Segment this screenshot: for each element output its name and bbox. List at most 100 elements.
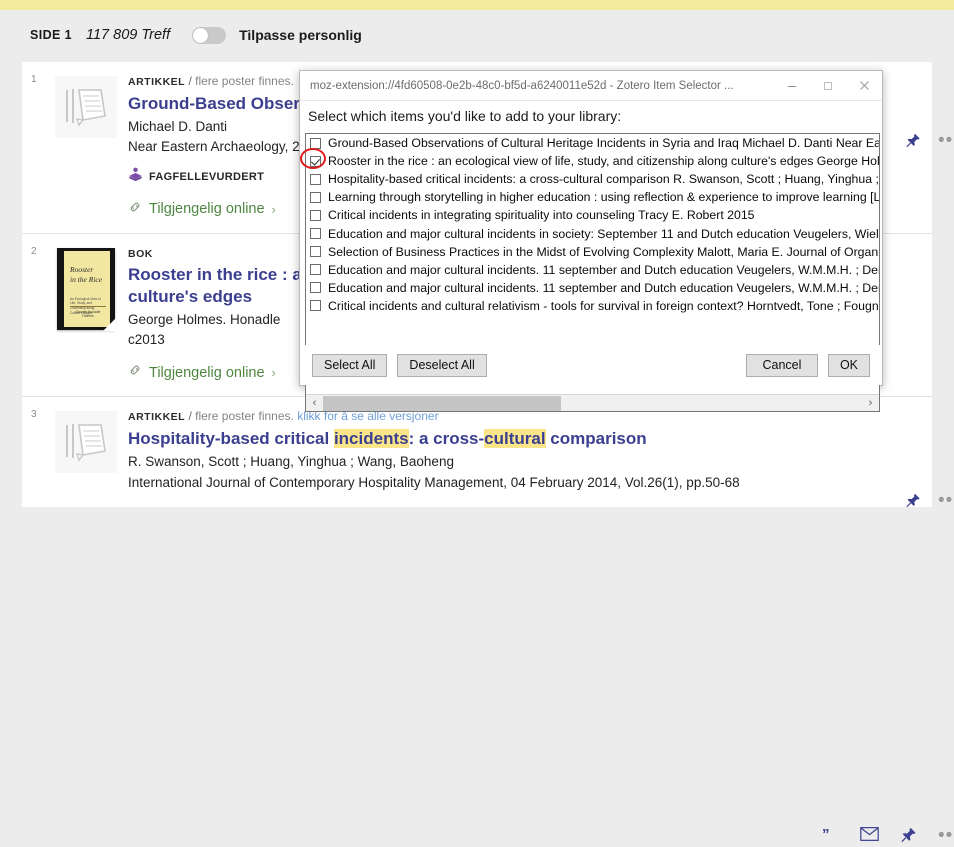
- more-icon[interactable]: •••: [938, 827, 954, 845]
- chevron-right-icon: ›: [271, 365, 276, 381]
- title-part: : a cross-: [408, 429, 485, 448]
- close-icon[interactable]: [846, 71, 882, 100]
- item-checkbox[interactable]: [310, 282, 321, 294]
- cancel-button[interactable]: Cancel: [745, 353, 818, 377]
- list-item[interactable]: Selection of Business Practices in the M…: [306, 243, 879, 261]
- pin-icon[interactable]: [906, 132, 921, 152]
- results-header: SIDE 1 117 809 Treff Tilpasse personlig: [0, 10, 954, 60]
- item-label: Ground-Based Observations of Cultural He…: [328, 136, 879, 151]
- item-checkbox[interactable]: [310, 209, 321, 221]
- list-item[interactable]: Education and major cultural incidents i…: [306, 224, 879, 242]
- result-thumbnail: [44, 72, 128, 219]
- peer-reviewed-label: FAGFELLEVURDERT: [149, 170, 265, 183]
- item-checkbox[interactable]: [310, 228, 321, 240]
- kicker-separator: /: [188, 74, 192, 88]
- item-label: Education and major cultural incidents. …: [328, 280, 880, 295]
- item-label: Hospitality-based critical incidents: a …: [328, 172, 879, 187]
- link-chain-icon: [128, 363, 142, 382]
- hit-count: 117 809 Treff: [86, 27, 171, 43]
- book-cover-title: Rooster in the Rice: [70, 265, 106, 285]
- result-thumbnail: [44, 407, 128, 493]
- book-cover-image: Rooster in the Rice An Ecological View o…: [57, 247, 116, 331]
- item-checkbox[interactable]: [310, 173, 321, 185]
- list-item[interactable]: Critical incidents in integrating spirit…: [306, 206, 879, 224]
- mail-icon[interactable]: [860, 827, 879, 845]
- list-item[interactable]: Rooster in the rice : an ecological view…: [306, 152, 879, 170]
- item-checkbox[interactable]: [310, 155, 321, 167]
- article-icon: [55, 411, 117, 474]
- pin-icon[interactable]: [906, 492, 921, 512]
- result-more-text: flere poster finnes.: [195, 74, 294, 88]
- zotero-item-selector-dialog[interactable]: moz-extension://4fd60508-0e2b-48c0-bf5d-…: [299, 70, 883, 412]
- item-label: Critical incidents in integrating spirit…: [328, 208, 755, 223]
- dialog-titlebar[interactable]: moz-extension://4fd60508-0e2b-48c0-bf5d-…: [300, 71, 882, 101]
- title-part: comparison: [545, 429, 647, 448]
- more-icon[interactable]: •••: [938, 131, 954, 149]
- item-checkbox[interactable]: [310, 137, 321, 149]
- list-item[interactable]: Learning through storytelling in higher …: [306, 188, 879, 206]
- personalize-toggle[interactable]: [192, 26, 227, 44]
- list-item[interactable]: Critical incidents and cultural relativi…: [306, 297, 879, 315]
- dialog-prompt: Select which items you'd like to add to …: [308, 108, 622, 124]
- link-chain-icon: [128, 200, 142, 219]
- book-cover-face: Rooster in the Rice An Ecological View o…: [64, 250, 110, 327]
- scroll-left-arrow[interactable]: ‹: [306, 394, 323, 411]
- list-item[interactable]: Education and major cultural incidents. …: [306, 261, 879, 279]
- result-actions: ” •••: [754, 407, 954, 845]
- book-dogear: [103, 317, 116, 331]
- toggle-knob: [193, 27, 209, 43]
- result-index: 2: [31, 245, 37, 257]
- dialog-button-bar: Select All Deselect All Cancel OK: [300, 345, 882, 385]
- result-index: 3: [31, 409, 37, 421]
- item-label: Learning through storytelling in higher …: [328, 190, 880, 205]
- item-label: Rooster in the rice : an ecological view…: [328, 154, 880, 169]
- horizontal-scrollbar[interactable]: ‹ ›: [306, 394, 879, 411]
- ok-button[interactable]: OK: [827, 353, 870, 377]
- peer-review-icon: [128, 167, 143, 187]
- scrollbar-thumb[interactable]: [323, 395, 561, 411]
- title-part-highlight: incidents: [333, 429, 409, 448]
- available-online-label: Tilgjengelig online: [149, 201, 265, 217]
- dialog-title: moz-extension://4fd60508-0e2b-48c0-bf5d-…: [310, 79, 734, 92]
- result-index: 1: [31, 74, 37, 85]
- book-cover-title-line1: Rooster: [70, 264, 94, 274]
- result-author: R. Swanson, Scott ; Huang, Yinghua ; Wan…: [128, 454, 454, 470]
- item-label: Education and major cultural incidents i…: [328, 226, 880, 241]
- minimize-icon[interactable]: [774, 71, 810, 100]
- result-body: ARTIKKEL / flere poster finnes. klikk fo…: [128, 407, 754, 493]
- scroll-right-arrow[interactable]: ›: [862, 394, 879, 411]
- available-online-label: Tilgjengelig online: [149, 364, 265, 381]
- result-thumbnail: Rooster in the Rice An Ecological View o…: [44, 244, 128, 383]
- item-checkbox[interactable]: [310, 264, 321, 276]
- item-checkbox[interactable]: [310, 246, 321, 258]
- list-item[interactable]: Hospitality-based critical incidents: a …: [306, 170, 879, 188]
- item-checkbox[interactable]: [310, 300, 321, 312]
- top-accent-strip: [0, 0, 954, 10]
- result-type: BOK: [128, 247, 153, 260]
- page-label: SIDE 1: [30, 28, 72, 42]
- result-source: International Journal of Contemporary Ho…: [128, 474, 740, 490]
- select-all-button[interactable]: Select All: [312, 353, 388, 377]
- article-icon: [55, 76, 117, 138]
- result-row[interactable]: 3 ARTIKKEL / flere poster finnes. klikk …: [22, 397, 954, 845]
- kicker-separator: /: [188, 409, 192, 424]
- result-type: ARTIKKEL: [128, 411, 186, 424]
- list-item[interactable]: Education and major cultural incidents. …: [306, 279, 879, 297]
- title-part-highlight: cultural: [484, 429, 546, 448]
- pin-icon[interactable]: [901, 826, 917, 847]
- item-label: Selection of Business Practices in the M…: [328, 244, 880, 259]
- scrollbar-track[interactable]: [323, 394, 862, 411]
- result-type: ARTIKKEL: [128, 76, 186, 88]
- more-icon[interactable]: •••: [938, 491, 954, 509]
- book-cover-title-line2: in the Rice: [70, 274, 103, 284]
- deselect-all-button[interactable]: Deselect All: [397, 353, 487, 377]
- item-label: Critical incidents and cultural relativi…: [328, 298, 880, 313]
- result-title[interactable]: Hospitality-based critical incidents: a …: [128, 428, 744, 449]
- maximize-icon[interactable]: [810, 71, 846, 100]
- item-checkbox[interactable]: [310, 191, 321, 203]
- title-part: Hospitality-based critical: [128, 429, 334, 448]
- result-more-text: flere poster finnes.: [195, 409, 294, 424]
- quote-icon[interactable]: ”: [822, 827, 830, 842]
- list-item[interactable]: Ground-Based Observations of Cultural He…: [306, 134, 879, 152]
- book-cover-author: George Honadle Holmes: [70, 305, 106, 318]
